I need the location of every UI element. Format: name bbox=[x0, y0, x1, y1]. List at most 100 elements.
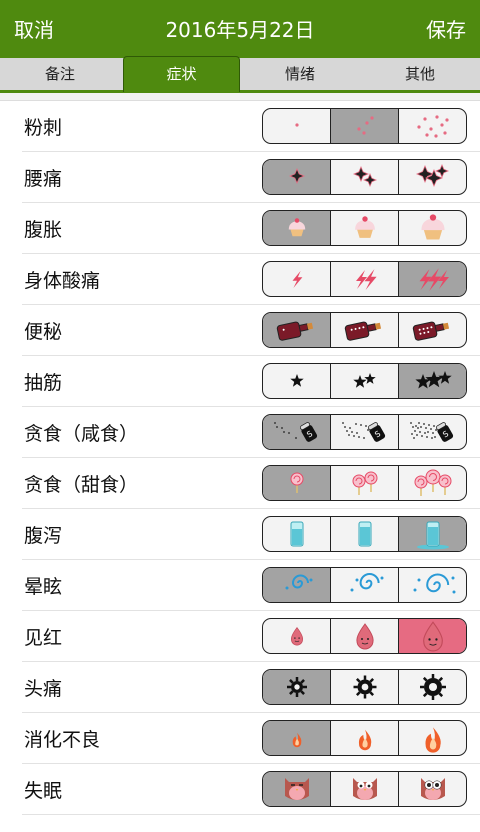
severity-moderate-option[interactable] bbox=[330, 619, 398, 653]
save-button[interactable]: 保存 bbox=[426, 14, 466, 43]
severity-segmented-control: S S S bbox=[262, 414, 467, 450]
severity-mild-option[interactable] bbox=[263, 313, 330, 347]
lollipop-icon bbox=[290, 472, 303, 493]
severity-mild-option[interactable] bbox=[263, 568, 330, 602]
severity-moderate-option[interactable] bbox=[330, 772, 398, 806]
severity-severe-option[interactable] bbox=[398, 772, 466, 806]
severity-segmented-control bbox=[262, 567, 467, 603]
severity-severe-option[interactable] bbox=[398, 670, 466, 704]
flame-icon bbox=[292, 732, 301, 748]
severity-segmented-control bbox=[262, 669, 467, 705]
severity-moderate-option[interactable] bbox=[330, 466, 398, 500]
severity-severe-option[interactable] bbox=[398, 160, 466, 194]
severity-severe-option[interactable] bbox=[398, 619, 466, 653]
severity-mild-option[interactable] bbox=[263, 364, 330, 398]
severity-moderate-option[interactable] bbox=[330, 364, 398, 398]
star-icon bbox=[352, 373, 376, 388]
symptom-label: 身体酸痛 bbox=[24, 270, 101, 292]
tab-symptoms[interactable]: 症状 bbox=[123, 56, 240, 92]
symptom-label: 贪食（咸食） bbox=[24, 423, 139, 445]
cupcake-icon bbox=[420, 214, 445, 240]
lightning-icon bbox=[292, 270, 302, 288]
symptom-label: 粉刺 bbox=[24, 117, 63, 139]
symptom-label: 腰痛 bbox=[24, 168, 63, 190]
acne-icon bbox=[356, 116, 374, 135]
severity-moderate-option[interactable] bbox=[330, 211, 398, 245]
severity-mild-option[interactable] bbox=[263, 466, 330, 500]
severity-severe-option[interactable] bbox=[398, 568, 466, 602]
severity-segmented-control bbox=[262, 618, 467, 654]
symptom-label: 消化不良 bbox=[24, 729, 101, 751]
tab-mood[interactable]: 情绪 bbox=[240, 58, 360, 90]
severity-moderate-option[interactable] bbox=[330, 160, 398, 194]
flame-icon bbox=[425, 727, 441, 753]
top-nav-bar: 取消 2016年5月22日 保存 bbox=[0, 0, 480, 55]
symptom-row: 晕眩 bbox=[22, 560, 480, 611]
severity-mild-option[interactable] bbox=[263, 721, 330, 755]
symptom-row: 腹泻 bbox=[22, 509, 480, 560]
severity-mild-option[interactable] bbox=[263, 619, 330, 653]
severity-moderate-option[interactable] bbox=[330, 313, 398, 347]
severity-segmented-control bbox=[262, 261, 467, 297]
severity-segmented-control bbox=[262, 720, 467, 756]
severity-moderate-option[interactable] bbox=[330, 568, 398, 602]
symptom-label: 便秘 bbox=[24, 321, 63, 343]
severity-mild-option[interactable] bbox=[263, 670, 330, 704]
symptom-label: 腹泻 bbox=[24, 525, 63, 547]
symptom-label: 晕眩 bbox=[24, 576, 63, 598]
symptom-row: 头痛 bbox=[22, 662, 480, 713]
severity-mild-option[interactable]: S bbox=[263, 415, 330, 449]
severity-severe-option[interactable] bbox=[398, 262, 466, 296]
severity-segmented-control bbox=[262, 312, 467, 348]
severity-severe-option[interactable] bbox=[398, 109, 466, 143]
cupcake-icon bbox=[288, 218, 305, 237]
severity-mild-option[interactable] bbox=[263, 109, 330, 143]
severity-mild-option[interactable] bbox=[263, 517, 330, 551]
blood-drop-icon bbox=[422, 621, 443, 652]
severity-moderate-option[interactable] bbox=[330, 517, 398, 551]
severity-severe-option[interactable] bbox=[398, 313, 466, 347]
severity-mild-option[interactable] bbox=[263, 160, 330, 194]
bottle-icon bbox=[412, 321, 449, 341]
symptom-row: 粉刺 bbox=[22, 101, 480, 152]
tab-notes[interactable]: 备注 bbox=[0, 58, 120, 90]
severity-moderate-option[interactable] bbox=[330, 109, 398, 143]
tab-other[interactable]: 其他 bbox=[360, 58, 480, 90]
gear-burst-icon bbox=[419, 674, 446, 700]
severity-severe-option[interactable] bbox=[398, 517, 466, 551]
gear-burst-icon bbox=[286, 677, 307, 697]
swirl-icon bbox=[413, 573, 455, 594]
severity-severe-option[interactable] bbox=[398, 211, 466, 245]
severity-moderate-option[interactable] bbox=[330, 721, 398, 755]
owl-icon bbox=[352, 778, 377, 800]
cupcake-icon bbox=[354, 216, 375, 238]
severity-segmented-control bbox=[262, 465, 467, 501]
bottle-icon bbox=[276, 321, 313, 341]
symptom-label: 失眠 bbox=[24, 780, 63, 802]
severity-segmented-control bbox=[262, 363, 467, 399]
page-title: 2016年5月22日 bbox=[165, 18, 315, 42]
severity-moderate-option[interactable] bbox=[330, 262, 398, 296]
acne-icon bbox=[416, 115, 449, 138]
star-icon bbox=[289, 374, 304, 387]
severity-severe-option[interactable] bbox=[398, 721, 466, 755]
severity-segmented-control bbox=[262, 210, 467, 246]
severity-severe-option[interactable]: S bbox=[398, 415, 466, 449]
gear-burst-icon bbox=[353, 675, 376, 699]
water-glass-icon bbox=[290, 521, 303, 547]
severity-moderate-option[interactable] bbox=[330, 670, 398, 704]
tab-bar: 备注 症状 情绪 其他 bbox=[0, 55, 480, 93]
symptom-row: 便秘 bbox=[22, 305, 480, 356]
acne-icon bbox=[294, 123, 299, 127]
severity-severe-option[interactable] bbox=[398, 466, 466, 500]
severity-mild-option[interactable] bbox=[263, 211, 330, 245]
symptom-row: 失眠 bbox=[22, 764, 480, 815]
severity-moderate-option[interactable]: S bbox=[330, 415, 398, 449]
symptom-row: 抽筋 bbox=[22, 356, 480, 407]
severity-severe-option[interactable] bbox=[398, 364, 466, 398]
severity-mild-option[interactable] bbox=[263, 262, 330, 296]
severity-mild-option[interactable] bbox=[263, 772, 330, 806]
symptom-row: 腹胀 bbox=[22, 203, 480, 254]
backache-sparkle-icon bbox=[352, 165, 377, 188]
symptom-label: 见红 bbox=[24, 627, 63, 649]
